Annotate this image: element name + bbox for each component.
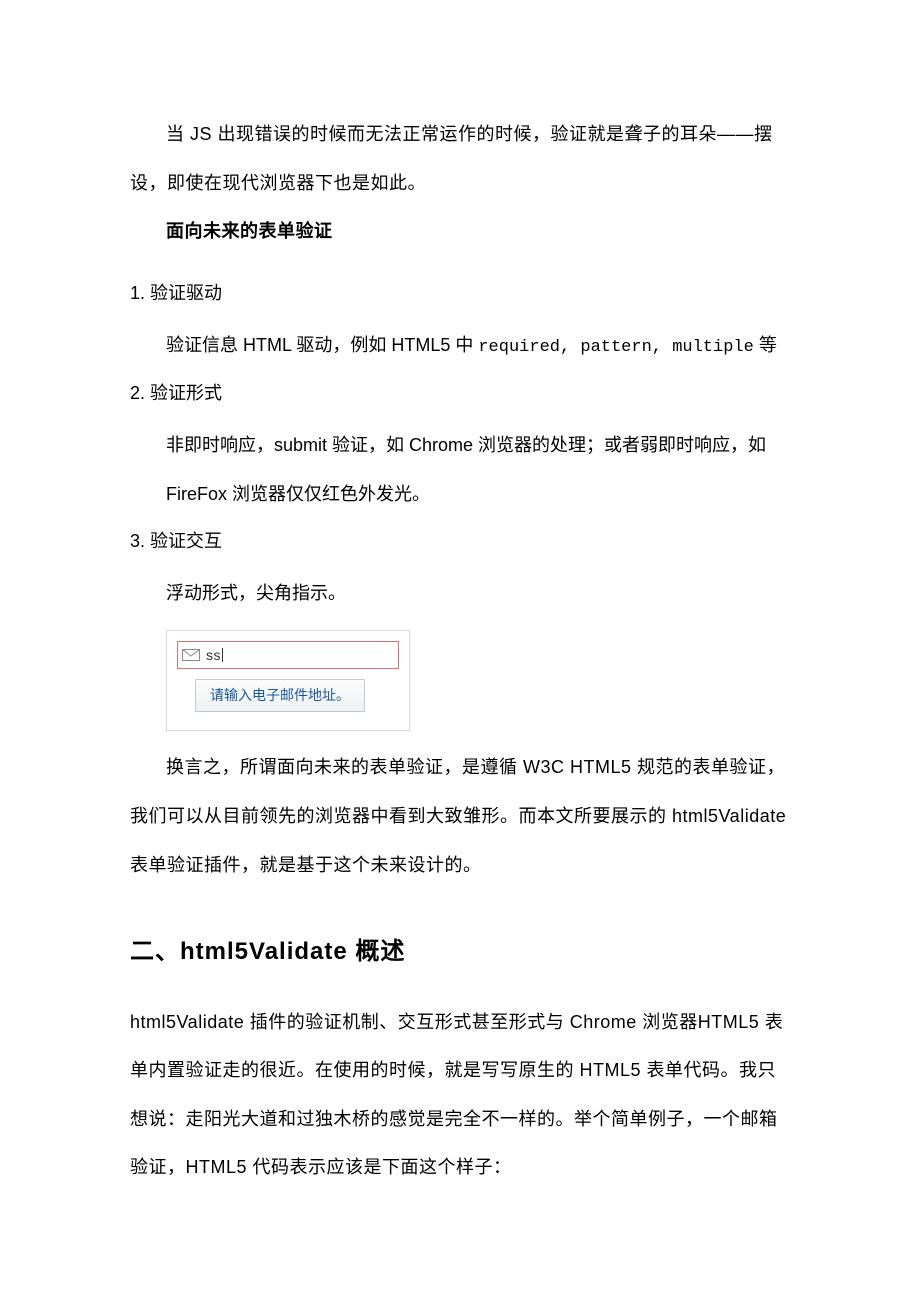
- list-title: 验证形式: [150, 383, 222, 403]
- email-input-value[interactable]: ss: [206, 648, 221, 662]
- list-item: 1. 验证驱动 验证信息 HTML 驱动，例如 HTML5 中 required…: [130, 270, 790, 371]
- ordered-list: 1. 验证驱动 验证信息 HTML 驱动，例如 HTML5 中 required…: [130, 270, 790, 732]
- list-number: 2.: [130, 383, 145, 403]
- intro-bold-heading: 面向未来的表单验证: [130, 207, 790, 256]
- list-item: 2. 验证形式 非即时响应，submit 验证，如 Chrome 浏览器的处理；…: [130, 370, 790, 518]
- summary-paragraph: 换言之，所谓面向未来的表单验证，是遵循 W3C HTML5 规范的表单验证，我们…: [130, 743, 790, 889]
- section-paragraph: html5Validate 插件的验证机制、交互形式甚至形式与 Chrome 浏…: [130, 998, 790, 1192]
- list-number: 1.: [130, 283, 145, 303]
- section-heading: 二、html5Validate 概述: [130, 921, 790, 983]
- list-title: 验证交互: [150, 531, 222, 551]
- text: 验证信息 HTML 驱动，例如 HTML5 中: [166, 335, 478, 355]
- mail-icon: [182, 649, 200, 661]
- list-body: 验证信息 HTML 驱动，例如 HTML5 中 required, patter…: [130, 321, 790, 371]
- validation-tooltip: 请输入电子邮件地址。: [195, 679, 365, 713]
- code-inline: required, pattern, multiple: [478, 338, 753, 357]
- document-page: 当 JS 出现错误的时候而无法正常运作的时候，验证就是聋子的耳朵——摆设，即使在…: [0, 0, 920, 1302]
- list-number: 3.: [130, 531, 145, 551]
- text-caret: [222, 648, 223, 662]
- tooltip-figure: ss 请输入电子邮件地址。: [166, 630, 410, 732]
- email-input-row: ss: [177, 641, 399, 669]
- intro-paragraph: 当 JS 出现错误的时候而无法正常运作的时候，验证就是聋子的耳朵——摆设，即使在…: [130, 110, 790, 207]
- section-title: html5Validate 概述: [180, 938, 405, 965]
- text: 等: [754, 335, 777, 355]
- section-prefix: 二、: [130, 938, 180, 965]
- list-item: 3. 验证交互 浮动形式，尖角指示。 ss 请输入电子邮件地址。: [130, 518, 790, 731]
- list-body: 浮动形式，尖角指示。: [130, 569, 790, 618]
- list-body: 非即时响应，submit 验证，如 Chrome 浏览器的处理；或者弱即时响应，…: [130, 421, 790, 518]
- list-title: 验证驱动: [150, 283, 222, 303]
